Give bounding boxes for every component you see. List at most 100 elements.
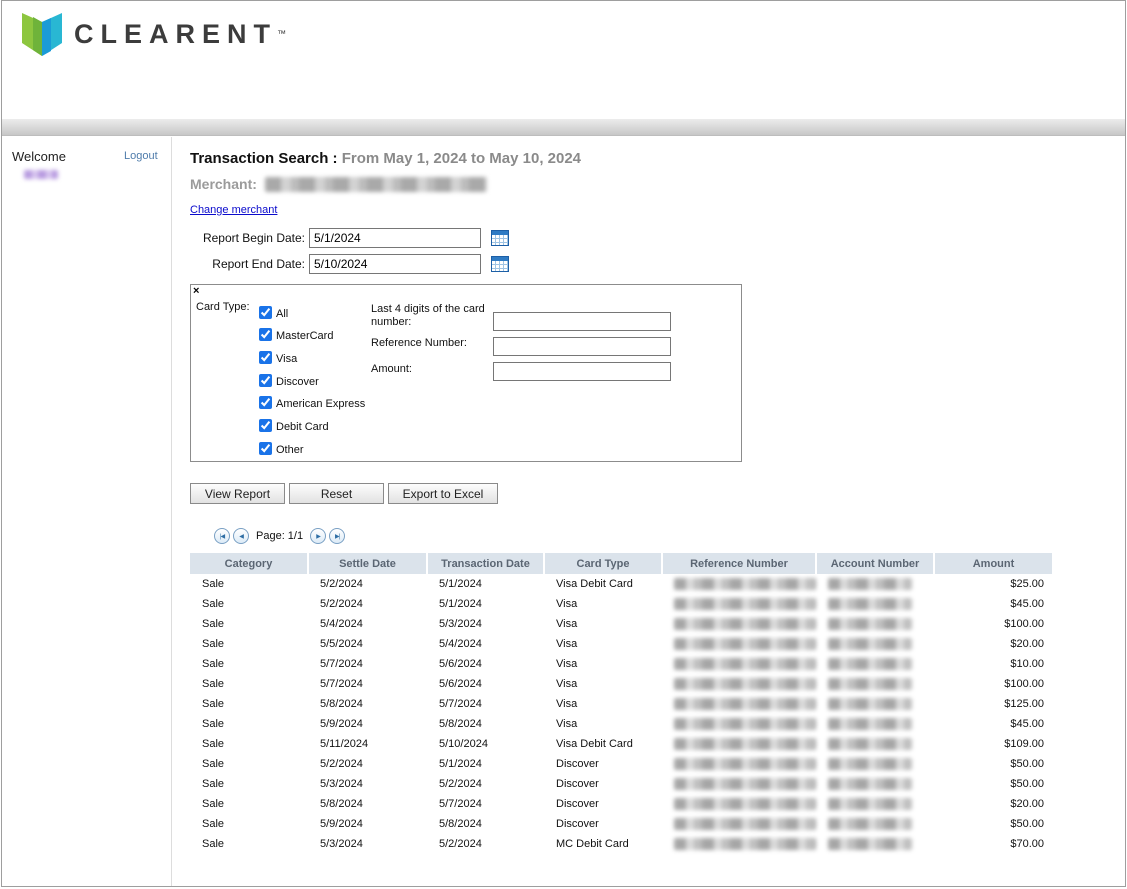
cell-settle-date: 5/3/2024	[320, 778, 363, 790]
cell-transaction-date: 5/8/2024	[439, 718, 482, 730]
report-begin-date-row: Report Begin Date:	[190, 228, 509, 248]
redacted-account-number	[828, 678, 912, 690]
cell-reference-number	[662, 754, 816, 774]
logout-link[interactable]: Logout	[124, 150, 158, 162]
cell-reference-number	[662, 694, 816, 714]
cell-account-number	[816, 714, 934, 734]
card-type-checkbox-label: Visa	[276, 353, 298, 366]
page-title-range: From May 1, 2024 to May 10, 2024	[341, 150, 582, 167]
cell-settle-date: 5/2/2024	[320, 598, 363, 610]
cell-reference-number	[662, 814, 816, 834]
card-type-checkbox-debit-card[interactable]	[259, 419, 272, 433]
report-end-date-input[interactable]	[309, 254, 481, 274]
card-type-checkbox-all[interactable]	[259, 305, 272, 319]
cell-card-type: Visa	[556, 638, 578, 650]
previous-page-icon[interactable]: ◀	[233, 528, 249, 544]
cell-amount: $45.00	[1010, 598, 1044, 610]
main-content: Transaction Search : From May 1, 2024 to…	[190, 136, 1120, 886]
calendar-icon[interactable]	[491, 230, 509, 246]
cell-transaction-date: 5/2/2024	[439, 778, 482, 790]
export-to-excel-button[interactable]: Export to Excel	[388, 483, 498, 504]
filter-box: × Card Type: All MasterCard Visa Discover Am…	[190, 284, 742, 462]
last4-input[interactable]	[493, 312, 671, 331]
card-type-checkbox-discover[interactable]	[259, 373, 272, 387]
cell-account-number	[816, 634, 934, 654]
cell-account-number	[816, 574, 934, 594]
cell-account-number	[816, 814, 934, 834]
cell-transaction-date: 5/7/2024	[439, 698, 482, 710]
card-type-checkbox-american-express[interactable]	[259, 396, 272, 410]
page-title: Transaction Search : From May 1, 2024 to…	[190, 150, 581, 167]
last-page-icon[interactable]: ▶|	[329, 528, 346, 544]
page: CLEARENT™ Welcome Logout Transaction Sea…	[1, 0, 1126, 887]
redacted-account-number	[828, 698, 912, 710]
cell-category: Sale	[202, 818, 225, 830]
clearent-logo-icon	[22, 13, 62, 56]
cell-category: Sale	[202, 738, 225, 750]
close-icon[interactable]: ×	[193, 285, 199, 297]
redacted-reference-number	[674, 638, 816, 650]
cell-card-type: Visa	[556, 618, 578, 630]
cell-amount: $20.00	[1010, 638, 1044, 650]
cell-amount: $45.00	[1010, 718, 1044, 730]
cell-reference-number	[662, 574, 816, 594]
table-row: Sale 5/4/2024 5/3/2024 Visa $100.00	[190, 614, 1052, 634]
cell-settle-date: 5/9/2024	[320, 818, 363, 830]
table-row: Sale 5/2/2024 5/1/2024 Visa $45.00	[190, 594, 1052, 614]
cell-card-type: Visa	[556, 718, 578, 730]
card-type-option-discover: Discover	[259, 365, 365, 388]
card-type-checkbox-other[interactable]	[259, 441, 272, 455]
first-page-icon[interactable]: |◀	[214, 528, 230, 544]
cell-settle-date: 5/9/2024	[320, 718, 363, 730]
amount-label: Amount:	[371, 363, 412, 375]
cell-category: Sale	[202, 578, 225, 590]
calendar-icon[interactable]	[491, 256, 509, 272]
cell-category: Sale	[202, 698, 225, 710]
button-row: View Report Reset Export to Excel	[190, 483, 498, 504]
card-type-option-visa: Visa	[259, 342, 365, 365]
redacted-reference-number	[674, 718, 816, 730]
card-type-checkbox-mastercard[interactable]	[259, 328, 272, 342]
table-row: Sale 5/3/2024 5/2/2024 MC Debit Card $70.00	[190, 834, 1052, 854]
cell-transaction-date: 5/1/2024	[439, 598, 482, 610]
redacted-account-number	[828, 738, 912, 750]
cell-settle-date: 5/7/2024	[320, 678, 363, 690]
report-end-date-row: Report End Date:	[190, 254, 509, 274]
change-merchant-link[interactable]: Change merchant	[190, 204, 277, 216]
reference-number-input[interactable]	[493, 337, 671, 356]
cell-transaction-date: 5/8/2024	[439, 818, 482, 830]
cell-category: Sale	[202, 618, 225, 630]
cell-amount: $50.00	[1010, 758, 1044, 770]
redacted-reference-number	[674, 598, 816, 610]
redacted-account-number	[828, 778, 912, 790]
trademark-symbol: ™	[277, 28, 286, 39]
redacted-account-number	[828, 718, 912, 730]
header-category: Category	[190, 553, 309, 574]
redacted-username	[24, 170, 58, 179]
cell-amount: $10.00	[1010, 658, 1044, 670]
table-row: Sale 5/5/2024 5/4/2024 Visa $20.00	[190, 634, 1052, 654]
page-indicator: Page: 1/1	[256, 530, 304, 542]
redacted-account-number	[828, 658, 912, 670]
view-report-button[interactable]: View Report	[190, 483, 285, 504]
redacted-account-number	[828, 838, 912, 850]
card-type-checkbox-visa[interactable]	[259, 351, 272, 365]
cell-account-number	[816, 674, 934, 694]
transaction-table-body: Sale 5/2/2024 5/1/2024 Visa Debit Card $25.0…	[190, 574, 1052, 854]
cell-category: Sale	[202, 758, 225, 770]
cell-settle-date: 5/8/2024	[320, 798, 363, 810]
cell-transaction-date: 5/1/2024	[439, 758, 482, 770]
next-page-icon[interactable]: ▶	[310, 528, 327, 544]
report-begin-date-input[interactable]	[309, 228, 481, 248]
cell-transaction-date: 5/7/2024	[439, 798, 482, 810]
cell-transaction-date: 5/6/2024	[439, 678, 482, 690]
redacted-reference-number	[674, 578, 816, 590]
cell-amount: $70.00	[1010, 838, 1044, 850]
table-row: Sale 5/9/2024 5/8/2024 Visa $45.00	[190, 714, 1052, 734]
header-card-type: Card Type	[544, 553, 663, 574]
cell-card-type: Visa	[556, 698, 578, 710]
amount-input[interactable]	[493, 362, 671, 381]
reset-button[interactable]: Reset	[289, 483, 384, 504]
cell-card-type: Visa Debit Card	[556, 738, 633, 750]
cell-account-number	[816, 654, 934, 674]
